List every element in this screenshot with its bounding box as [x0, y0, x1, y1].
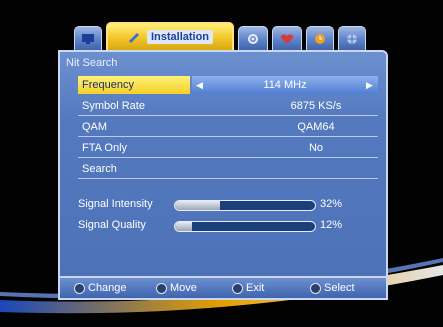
- gear-icon: [248, 33, 258, 44]
- qam-label: QAM: [82, 120, 108, 133]
- exit-button-icon: [232, 282, 243, 294]
- signal-intensity-bar: [174, 200, 316, 211]
- help-select-label: Select: [324, 282, 355, 294]
- tv-screen: Installation Nit Search Frequency ◀ 114 …: [0, 0, 443, 327]
- help-bar: Change Move Exit Select: [58, 278, 388, 300]
- menu-row-symbol-rate[interactable]: Symbol Rate 6875 KS/s: [78, 96, 378, 116]
- help-exit: Exit: [232, 282, 264, 294]
- signal-intensity-value: 32%: [320, 198, 343, 210]
- tab-installation-label: Installation: [146, 30, 214, 44]
- menu-row-frequency[interactable]: Frequency ◀ 114 MHz ▶: [78, 75, 378, 95]
- help-change-label: Change: [88, 282, 127, 294]
- fta-only-value: No: [308, 141, 324, 154]
- tab-tv[interactable]: [74, 26, 102, 50]
- arrow-right-icon[interactable]: ▶: [366, 80, 373, 91]
- symbol-rate-label: Symbol Rate: [82, 99, 145, 112]
- help-exit-label: Exit: [246, 282, 265, 294]
- help-move: Move: [156, 282, 197, 294]
- help-select: Select: [310, 282, 355, 294]
- up-down-icon: [156, 282, 167, 294]
- signal-quality-fill: [175, 222, 192, 231]
- search-label: Search: [82, 162, 117, 175]
- clock-icon: [315, 33, 325, 44]
- menu-row-search[interactable]: Search: [78, 159, 378, 179]
- symbol-rate-value: 6875 KS/s: [290, 99, 342, 112]
- menu-row-fta-only[interactable]: FTA Only No: [78, 138, 378, 158]
- tab-timer[interactable]: [306, 26, 334, 50]
- menu-row-qam[interactable]: QAM QAM64: [78, 117, 378, 137]
- tab-favorites[interactable]: [272, 26, 302, 50]
- ok-button-icon: [310, 282, 321, 294]
- left-right-icon: [74, 282, 85, 294]
- help-change: Change: [74, 282, 127, 294]
- signal-intensity-fill: [175, 201, 220, 210]
- signal-quality-label: Signal Quality: [78, 219, 146, 231]
- tab-system[interactable]: [338, 26, 366, 50]
- heart-icon: [280, 34, 294, 44]
- page-title: Nit Search: [66, 57, 118, 69]
- qam-value: QAM64: [297, 120, 335, 133]
- nit-search-panel: Nit Search Frequency ◀ 114 MHz ▶ Symbol …: [58, 50, 388, 278]
- signal-quality-value: 12%: [320, 219, 343, 231]
- signal-quality-bar: [174, 221, 316, 232]
- frequency-label: Frequency: [82, 79, 134, 91]
- tv-icon: [82, 33, 94, 44]
- tab-installation[interactable]: Installation: [106, 22, 234, 50]
- help-move-label: Move: [170, 282, 197, 294]
- globe-icon: [347, 33, 357, 44]
- signal-intensity-label: Signal Intensity: [78, 198, 153, 210]
- frequency-value-box[interactable]: ◀ 114 MHz ▶: [192, 76, 378, 94]
- arrow-left-icon[interactable]: ◀: [196, 80, 203, 91]
- wrench-icon: [128, 33, 139, 43]
- selected-label-highlight: Frequency: [78, 76, 190, 94]
- frequency-value: 114 MHz: [263, 79, 307, 91]
- fta-only-label: FTA Only: [82, 141, 128, 154]
- tab-settings[interactable]: [238, 26, 268, 50]
